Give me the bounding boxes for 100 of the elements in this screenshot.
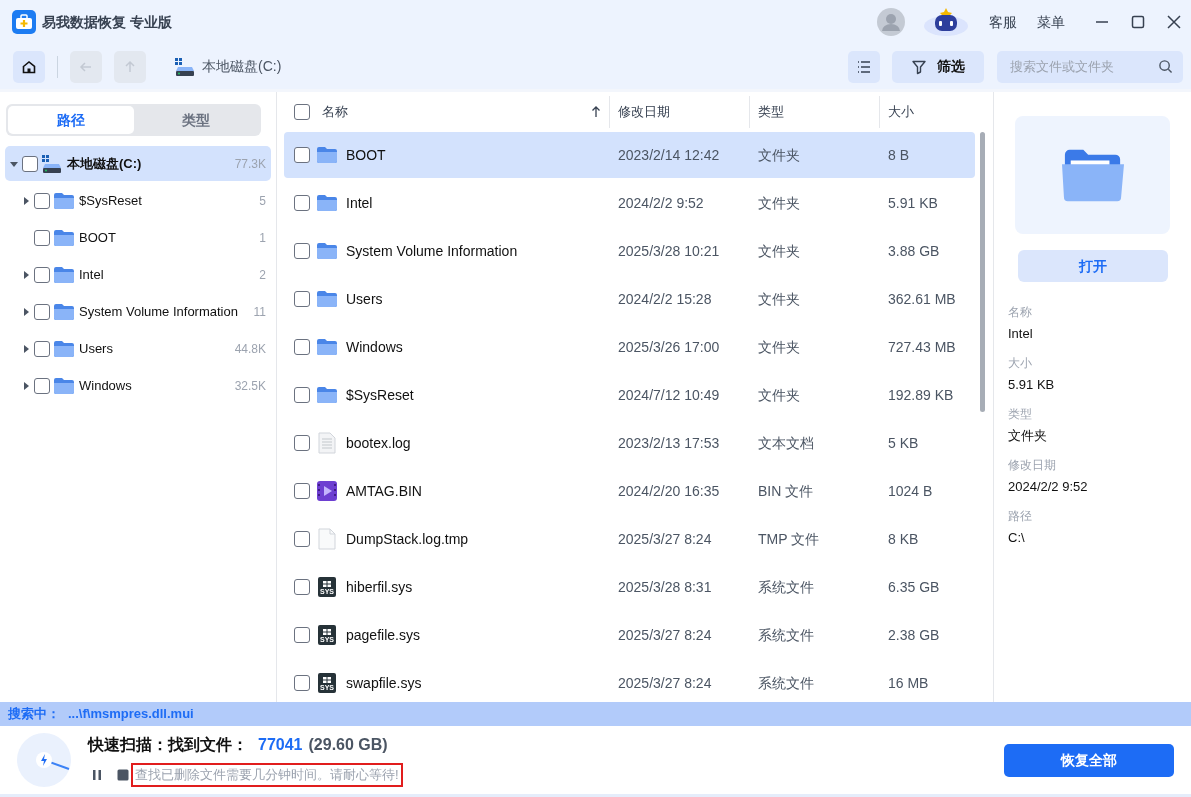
tree-item[interactable]: $SysReset 5 [5,183,271,218]
checkbox[interactable] [294,147,310,163]
detail-label: 名称 [1008,304,1033,320]
tree-label: Users [79,339,114,358]
item-count: 2 [259,266,266,284]
column-header[interactable]: 大小 [888,102,914,122]
tree-item[interactable]: BOOT 1 [5,220,271,255]
filter-button[interactable]: 筛选 [892,50,984,83]
scan-title: 快速扫描：找到文件： [88,735,248,755]
file-row[interactable]: BOOT 2023/2/14 12:42 文件夹 8 B [284,132,975,178]
maximize-icon[interactable] [1131,15,1145,29]
file-row[interactable]: $SysReset 2024/7/12 10:49 文件夹 192.89 KB [284,372,975,418]
item-count: 32.5K [234,377,266,395]
tree-item[interactable]: 本地磁盘(C:) 77.3K [5,146,271,181]
checkbox[interactable] [294,291,310,307]
sort-arrow-icon[interactable] [591,106,601,118]
checkbox[interactable] [294,675,310,691]
file-type: 文本文档 [757,433,815,453]
search-icon[interactable] [1158,58,1173,74]
header-link[interactable]: 客服 [989,11,1017,33]
column-header[interactable]: 修改日期 [618,102,670,122]
folder-icon [53,265,75,284]
checkbox[interactable] [294,627,310,643]
drive-icon [41,153,63,174]
modified-date: 2023/2/14 12:42 [617,145,721,165]
checkbox[interactable] [294,243,310,259]
list-view-button[interactable] [848,50,880,83]
checkbox[interactable] [34,229,50,246]
file-row[interactable]: System Volume Information 2025/3/28 10:21 文件夹 3.88 GB [284,228,975,274]
location-text: 本地磁盘(C:) [202,57,282,76]
sidebar-tab[interactable]: 路径 [8,106,134,134]
column-header[interactable]: 类型 [758,102,784,122]
file-row[interactable]: Windows 2025/3/26 17:00 文件夹 727.43 MB [284,324,975,370]
file-name: hiberfil.sys [346,577,413,597]
header-link[interactable]: 菜单 [1037,11,1065,33]
folder-icon [316,338,338,356]
folder-icon [316,242,338,260]
modified-date: 2024/2/2 9:52 [617,193,705,213]
scan-message: 查找已删除文件需要几分钟时间。请耐心等待! [131,763,403,787]
checkbox[interactable] [294,195,310,211]
folder-icon [53,228,75,247]
checkbox[interactable] [294,387,310,403]
text-file-icon [318,432,336,454]
recover-all-button[interactable]: 恢复全部 [1004,743,1174,777]
file-row[interactable]: DumpStack.log.tmp 2025/3/27 8:24 TMP 文件 8 KB [284,516,975,562]
file-type: 文件夹 [757,145,801,165]
checkbox[interactable] [294,579,310,595]
pause-icon[interactable] [91,769,103,781]
checkbox[interactable] [34,377,50,394]
home-button[interactable] [13,50,45,83]
folder-icon [53,302,75,321]
column-header[interactable]: 名称 [322,102,591,122]
sidebar-tab[interactable]: 类型 [133,106,259,134]
folder-icon [53,339,75,358]
tree-label: Intel [79,265,105,284]
checkbox[interactable] [34,340,50,357]
file-size: 8 B [887,145,910,165]
tree-label: 本地磁盘(C:) [67,154,143,173]
file-name: pagefile.sys [346,625,420,645]
scrollbar-thumb[interactable] [979,132,985,412]
file-name: BOOT [346,145,386,165]
tree-item[interactable]: Intel 2 [5,257,271,292]
file-type: TMP 文件 [757,529,821,549]
file-type: BIN 文件 [757,481,815,501]
tree-item[interactable]: Users 44.8K [5,331,271,366]
checkbox[interactable] [294,435,310,451]
robot-icon[interactable] [923,7,969,37]
file-name: AMTAG.BIN [346,481,422,501]
file-type: 文件夹 [757,289,801,309]
search-field[interactable]: 搜索文件或文件夹 [997,50,1183,83]
checkbox[interactable] [294,483,310,499]
open-button[interactable]: 打开 [1018,250,1168,282]
checkbox[interactable] [22,155,38,172]
detail-value: C:\ [1008,529,1026,546]
checkbox[interactable] [34,303,50,320]
checkbox[interactable] [34,266,50,283]
close-icon[interactable] [1167,15,1181,29]
select-all-checkbox[interactable] [294,104,310,120]
detail-label: 类型 [1008,406,1033,422]
file-row[interactable]: Users 2024/2/2 15:28 文件夹 362.61 MB [284,276,975,322]
file-row[interactable]: AMTAG.BIN 2024/2/20 16:35 BIN 文件 1024 B [284,468,975,514]
tree-item[interactable]: Windows 32.5K [5,368,271,403]
file-row[interactable]: bootex.log 2023/2/13 17:53 文本文档 5 KB [284,420,975,466]
file-size: 2.38 GB [887,625,941,645]
file-size: 16 MB [887,673,930,693]
modified-date: 2024/2/2 15:28 [617,289,713,309]
tree-label: System Volume Information [79,302,239,321]
stop-icon[interactable] [117,769,129,781]
drive-icon [174,56,196,77]
checkbox[interactable] [294,339,310,355]
checkbox[interactable] [294,531,310,547]
modified-date: 2025/3/27 8:24 [617,625,713,645]
file-row[interactable]: Intel 2024/2/2 9:52 文件夹 5.91 KB [284,180,975,226]
checkbox[interactable] [34,192,50,209]
folder-icon [53,191,75,210]
found-count: 77041 [258,735,303,755]
tree-item[interactable]: System Volume Information 11 [5,294,271,329]
detail-label: 大小 [1008,355,1033,371]
modified-date: 2025/3/27 8:24 [617,529,713,549]
list-icon [856,58,872,75]
